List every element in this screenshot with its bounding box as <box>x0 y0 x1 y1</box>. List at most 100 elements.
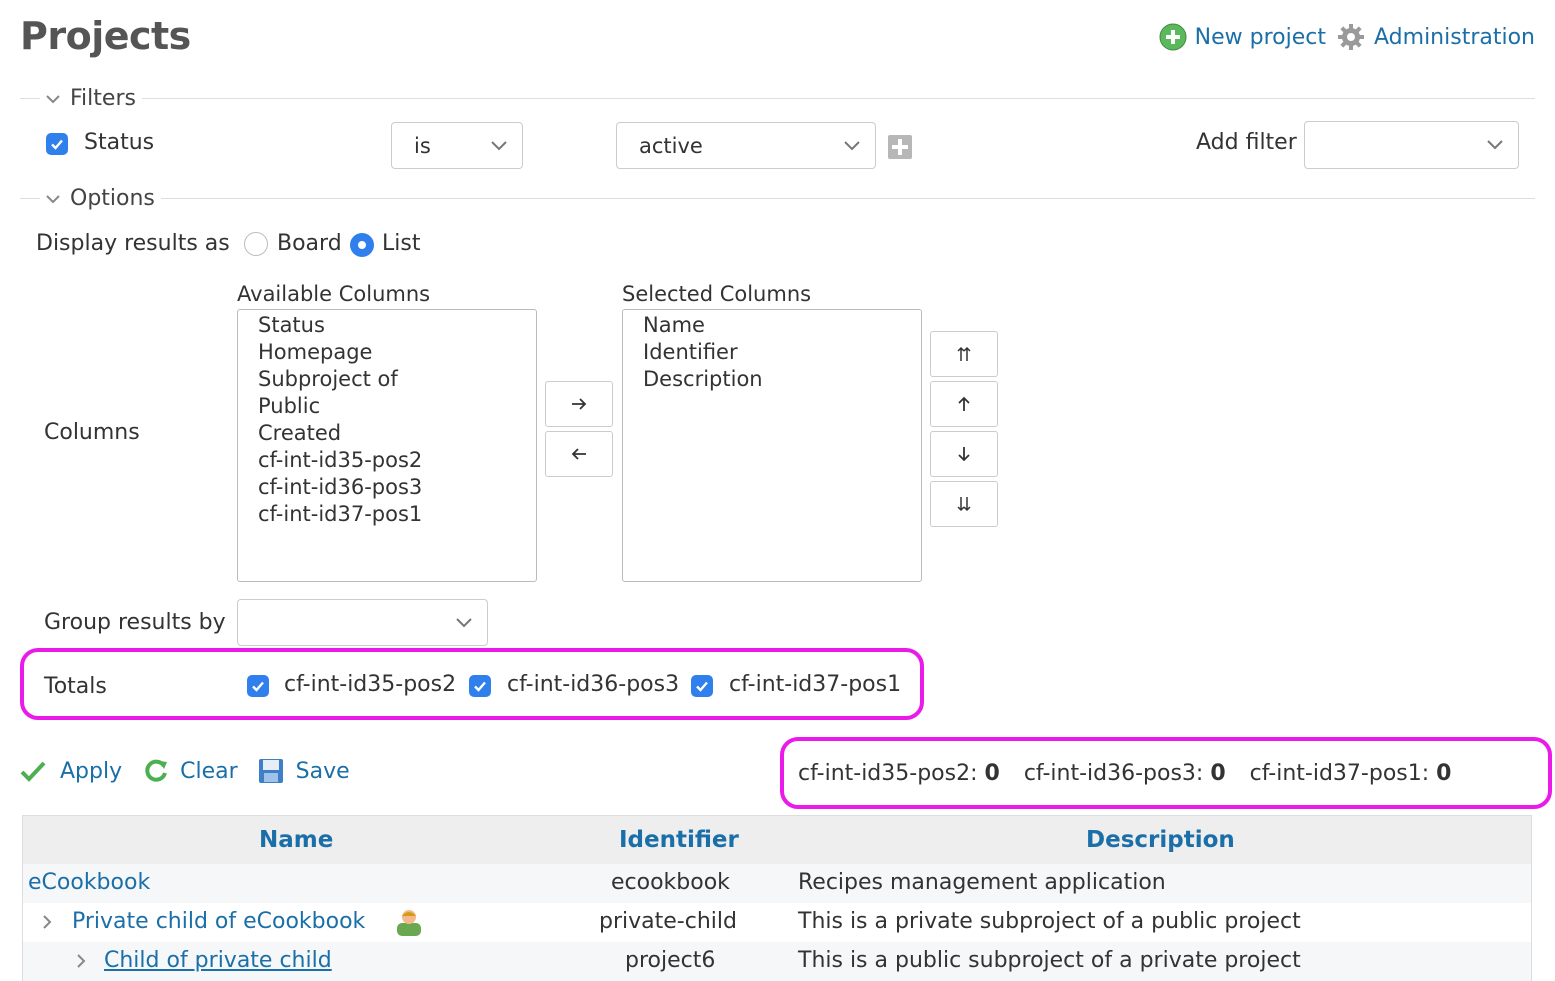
board-label: Board <box>277 231 342 256</box>
project-identifier: ecookbook <box>611 870 730 895</box>
new-project-link[interactable]: New project <box>1159 23 1326 51</box>
selected-columns-list[interactable]: Name Identifier Description <box>622 309 922 582</box>
move-up-button[interactable] <box>930 381 998 427</box>
totals-summary: cf-int-id35-pos2: 0 cf-int-id36-pos3: 0 … <box>798 761 1451 786</box>
group-results-label: Group results by <box>44 610 226 635</box>
move-to-bottom-icon <box>957 497 971 512</box>
available-column-option[interactable]: Public <box>258 393 536 420</box>
total-summary-value: 0 <box>1210 761 1226 786</box>
total-summary-value: 0 <box>984 761 1000 786</box>
add-filter-select[interactable] <box>1304 121 1519 169</box>
sort-by-identifier-header[interactable]: Identifier <box>619 827 739 853</box>
add-filter-label: Add filter <box>1196 130 1297 155</box>
available-columns-title: Available Columns <box>237 282 431 306</box>
member-user-icon <box>397 910 421 936</box>
total-summary-value: 0 <box>1436 761 1452 786</box>
display-results-label: Display results as <box>36 231 230 256</box>
projects-table: Name Identifier Description eCookbook ec… <box>22 815 1532 981</box>
move-bottom-button[interactable] <box>930 481 998 527</box>
table-header: Name Identifier Description <box>23 816 1531 864</box>
add-circle-icon <box>1159 23 1187 51</box>
status-value-select[interactable]: active <box>616 122 876 169</box>
check-icon <box>474 681 486 692</box>
selected-column-option[interactable]: Identifier <box>643 339 921 366</box>
group-results-select[interactable] <box>237 599 488 646</box>
chevron-right-icon[interactable] <box>41 914 53 930</box>
list-radio[interactable] <box>350 233 374 257</box>
total-summary-label: cf-int-id35-pos2: <box>798 761 978 786</box>
save-link[interactable]: Save <box>258 758 350 784</box>
filters-legend[interactable]: Filters <box>40 86 142 111</box>
check-icon <box>252 681 264 692</box>
list-label: List <box>382 231 421 256</box>
apply-label: Apply <box>60 758 123 784</box>
filters-legend-label: Filters <box>70 86 136 111</box>
table-row: Private child of eCookbook private-child… <box>23 903 1531 942</box>
total-summary-label: cf-int-id36-pos3: <box>1023 761 1204 786</box>
total-summary-item: cf-int-id36-pos3: 0 <box>1024 761 1226 786</box>
clear-label: Clear <box>180 758 238 784</box>
columns-label: Columns <box>44 420 140 445</box>
total-checkbox-cf-int-id37-pos1[interactable] <box>691 675 713 697</box>
new-project-label: New project <box>1194 24 1327 50</box>
clear-link[interactable]: Clear <box>142 757 238 785</box>
total-summary-item: cf-int-id35-pos2: 0 <box>798 761 1000 786</box>
available-column-option[interactable]: cf-int-id36-pos3 <box>258 474 536 501</box>
chevron-down-icon <box>46 94 60 103</box>
arrow-down-icon <box>958 447 970 462</box>
status-filter-label: Status <box>84 130 155 155</box>
board-radio[interactable] <box>244 232 268 256</box>
move-to-top-icon <box>957 346 971 361</box>
arrow-up-icon <box>958 396 970 411</box>
available-column-option[interactable]: Status <box>258 312 536 339</box>
project-name-link[interactable]: Private child of eCookbook <box>72 909 365 934</box>
move-top-button[interactable] <box>930 331 998 377</box>
filters-divider <box>20 98 1535 99</box>
administration-link[interactable]: Administration <box>1336 22 1535 52</box>
checkmark-icon <box>20 761 46 782</box>
remove-column-button[interactable] <box>545 431 613 477</box>
status-operator-value: is <box>414 133 431 158</box>
chevron-right-icon[interactable] <box>75 953 87 969</box>
gear-icon <box>1338 24 1365 50</box>
available-column-option[interactable]: Homepage <box>258 339 536 366</box>
sort-by-name-header[interactable]: Name <box>259 827 333 853</box>
page-title: Projects <box>20 14 191 58</box>
chevron-down-icon <box>456 617 472 627</box>
total-checkbox-cf-int-id35-pos2[interactable] <box>247 675 269 697</box>
add-column-button[interactable] <box>545 381 613 427</box>
available-column-option[interactable]: Subproject of <box>258 366 536 393</box>
move-down-button[interactable] <box>930 431 998 477</box>
available-column-option[interactable]: cf-int-id37-pos1 <box>258 501 536 528</box>
reload-icon <box>145 759 168 782</box>
save-label: Save <box>295 758 350 784</box>
project-name-link[interactable]: eCookbook <box>28 870 150 895</box>
options-legend[interactable]: Options <box>40 186 161 211</box>
chevron-down-icon <box>491 140 507 150</box>
total-summary-item: cf-int-id37-pos1: 0 <box>1250 761 1452 786</box>
query-actions: Apply Clear Save <box>20 757 350 785</box>
toggle-multiselect-icon[interactable] <box>887 134 913 160</box>
status-value: active <box>639 133 703 158</box>
table-row: eCookbook ecookbook Recipes management a… <box>23 864 1531 903</box>
sort-by-description-header[interactable]: Description <box>1086 827 1235 853</box>
totals-label: Totals <box>44 674 107 699</box>
project-description: Recipes management application <box>798 870 1166 895</box>
project-identifier: private-child <box>599 909 737 934</box>
total-summary-label: cf-int-id37-pos1: <box>1249 761 1430 786</box>
chevron-down-icon <box>1487 140 1503 150</box>
apply-link[interactable]: Apply <box>20 759 122 784</box>
available-column-option[interactable]: cf-int-id35-pos2 <box>258 447 536 474</box>
total-label-cf-int-id36-pos3: cf-int-id36-pos3 <box>507 672 680 697</box>
status-filter-checkbox[interactable] <box>46 133 68 155</box>
project-description: This is a private subproject of a public… <box>798 909 1301 934</box>
available-columns-list[interactable]: Status Homepage Subproject of Public Cre… <box>237 309 537 582</box>
total-checkbox-cf-int-id36-pos3[interactable] <box>469 675 491 697</box>
selected-column-option[interactable]: Name <box>643 312 921 339</box>
contextual-links: New project Administration <box>1159 22 1535 52</box>
status-operator-select[interactable]: is <box>391 122 523 169</box>
available-column-option[interactable]: Created <box>258 420 536 447</box>
arrow-left-icon <box>571 448 586 460</box>
table-row: Child of private child project6 This is … <box>23 942 1531 981</box>
selected-column-option[interactable]: Description <box>643 366 921 393</box>
